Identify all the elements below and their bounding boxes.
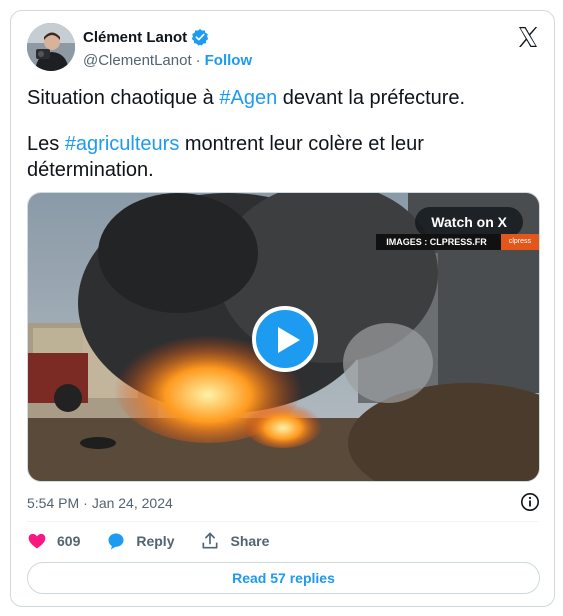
share-icon	[202, 532, 218, 549]
tweet-paragraph-1: Situation chaotique à #Agen devant la pr…	[27, 85, 537, 111]
handle-separator: ·	[195, 52, 201, 69]
video-media[interactable]: Watch on X IMAGES : CLPRESS.FR clpress	[27, 192, 540, 482]
tweet-date: Jan 24, 2024	[91, 495, 173, 511]
info-icon[interactable]	[520, 492, 540, 512]
tweet-timestamp[interactable]: 5:54 PM · Jan 24, 2024	[27, 495, 173, 511]
verified-badge-icon	[192, 28, 209, 46]
reply-bubble-icon	[108, 533, 124, 550]
reply-label: Reply	[136, 533, 175, 549]
tweet-text: Situation chaotique à #Agen devant la pr…	[27, 85, 537, 203]
tweet-time: 5:54 PM	[27, 495, 80, 511]
like-button[interactable]: 609	[27, 531, 80, 551]
avatar[interactable]	[27, 23, 75, 71]
image-credit-text: IMAGES : CLPRESS.FR	[376, 234, 501, 250]
divider	[27, 521, 538, 522]
tweet-text-segment: Les	[27, 133, 65, 155]
share-button[interactable]: Share	[200, 531, 269, 551]
x-logo-icon[interactable]	[516, 25, 540, 49]
play-icon	[278, 327, 300, 353]
hashtag-agriculteurs[interactable]: #agriculteurs	[65, 133, 180, 155]
author-name-row[interactable]: Clément Lanot	[83, 28, 209, 46]
reply-button[interactable]: Reply	[106, 531, 174, 551]
author-display-name[interactable]: Clément Lanot	[83, 29, 187, 46]
clpress-logo: clpress	[500, 234, 539, 250]
tweet-text-segment: devant la préfecture.	[277, 87, 466, 109]
play-button[interactable]	[252, 306, 318, 372]
like-count: 609	[57, 533, 81, 549]
read-replies-button[interactable]: Read 57 replies	[27, 562, 540, 594]
heart-icon	[28, 533, 46, 549]
hashtag-agen[interactable]: #Agen	[219, 87, 277, 109]
tweet-card: Clément Lanot @ClementLanot · Follow Sit…	[10, 10, 555, 607]
tweet-text-segment: Situation chaotique à	[27, 87, 220, 109]
action-bar: 609 Reply Share	[27, 531, 269, 551]
image-credit: IMAGES : CLPRESS.FR clpress	[376, 234, 539, 250]
follow-button[interactable]: Follow	[205, 52, 253, 69]
watch-on-x-button[interactable]: Watch on X	[415, 207, 523, 237]
author-handle-row: @ClementLanot · Follow	[83, 52, 252, 69]
timestamp-separator: ·	[83, 495, 88, 511]
tweet-paragraph-2: Les #agriculteurs montrent leur colère e…	[27, 131, 537, 183]
author-handle[interactable]: @ClementLanot	[83, 52, 192, 69]
share-label: Share	[230, 533, 270, 549]
